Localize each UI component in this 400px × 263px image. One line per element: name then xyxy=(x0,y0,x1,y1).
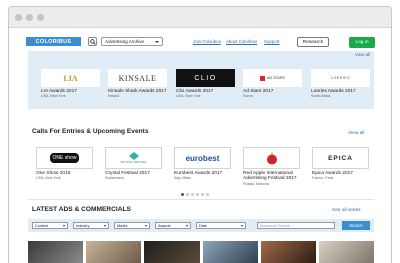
logo-text: EPICA xyxy=(328,154,353,162)
logo-text: LIA xyxy=(63,73,78,83)
window-maximize-dot[interactable] xyxy=(37,14,44,21)
filter-industry[interactable]: Industry xyxy=(73,222,109,229)
ad-thumbnail[interactable] xyxy=(86,241,142,263)
carousel-dot[interactable] xyxy=(186,193,189,196)
logo-text: LOERIES xyxy=(330,76,351,80)
ad-thumbnail[interactable] xyxy=(144,241,200,263)
featured-card[interactable]: AD STARS Ad Stars 2017 Korea xyxy=(243,69,302,98)
festival-location: Ireland xyxy=(108,94,119,99)
logo-text: ONE show xyxy=(49,153,80,163)
festival-logo: CLIO xyxy=(176,69,235,87)
search-button[interactable] xyxy=(88,37,97,46)
archive-select[interactable]: Advertising Archive xyxy=(101,37,163,46)
latest-view-all-link[interactable]: See all works xyxy=(332,208,361,213)
latest-ads-strip xyxy=(28,241,375,263)
filter-contest[interactable]: Contest xyxy=(32,222,68,229)
event-card[interactable]: eurobest Eurobest Awards 2017 Italy, Mil… xyxy=(174,147,231,180)
festival-location: USA, New York xyxy=(176,94,201,99)
ad-thumbnail[interactable] xyxy=(202,241,258,263)
filter-label: Awards xyxy=(158,223,171,228)
event-location: Switzerland xyxy=(105,176,124,181)
research-button[interactable]: Research xyxy=(297,37,329,47)
ad-stars-mark xyxy=(260,75,266,81)
featured-card[interactable]: LOERIES Loeries Awards 2017 South Africa xyxy=(311,69,370,98)
carousel-dot[interactable] xyxy=(201,193,204,196)
chevron-down-icon xyxy=(186,225,188,227)
event-logo: eurobest xyxy=(174,147,231,169)
events-section-title: Calls For Entries & Upcoming Events xyxy=(32,128,149,135)
event-title: Red Apple International Advertising Fest… xyxy=(243,171,297,182)
featured-card[interactable]: LIA LIA Awards 2017 USA, New York xyxy=(41,69,100,98)
featured-card[interactable]: CLIO Clio Awards 2017 USA, New York xyxy=(176,69,235,98)
filter-bar: Contest Industry Media Awards Date Advan… xyxy=(28,219,374,232)
section-divider xyxy=(28,199,374,200)
archive-select-value: Advertising Archive xyxy=(105,39,145,44)
latest-section-title: LATEST ADS & COMMERCIALS xyxy=(32,206,131,213)
festival-location: USA, New York xyxy=(41,94,66,99)
carousel-dot[interactable] xyxy=(206,193,209,196)
logo-text: CLIO xyxy=(194,74,217,82)
site-logo[interactable]: COLORIBUS xyxy=(26,37,81,46)
window-close-dot[interactable] xyxy=(15,14,22,21)
chevron-down-icon xyxy=(145,225,147,227)
site-header: COLORIBUS Advertising Archive Join Color… xyxy=(9,29,391,51)
search-icon xyxy=(89,38,96,45)
festival-logo: LIA xyxy=(41,69,100,87)
filter-label: Industry xyxy=(76,223,90,228)
festival-location: South Africa xyxy=(311,94,331,99)
event-card[interactable]: CRYSTAL FESTIVAL Crystal Festival 2017 S… xyxy=(105,147,162,180)
browser-window: COLORIBUS Advertising Archive Join Color… xyxy=(8,6,392,263)
login-button[interactable]: Log in xyxy=(349,37,375,48)
chevron-down-icon xyxy=(104,225,106,227)
carousel-pagination xyxy=(181,193,209,196)
logo-text: AD STARS xyxy=(267,76,285,80)
ad-thumbnail[interactable] xyxy=(260,241,316,263)
filter-awards[interactable]: Awards xyxy=(155,222,191,229)
festival-location: Korea xyxy=(243,94,253,99)
logo-text: CRYSTAL FESTIVAL xyxy=(120,160,147,164)
carousel-dot[interactable] xyxy=(196,193,199,196)
event-logo: EPICA xyxy=(312,147,369,169)
crystal-icon xyxy=(128,152,139,160)
chevron-down-icon xyxy=(241,225,243,227)
event-card[interactable]: Red Apple International Advertising Fest… xyxy=(243,147,300,186)
event-location: Russia, Moscow xyxy=(243,181,270,186)
nav-support[interactable]: Support xyxy=(264,39,279,44)
logo-text: eurobest xyxy=(185,153,220,163)
festival-logo: LOERIES xyxy=(311,69,370,87)
event-logo xyxy=(243,147,300,169)
filter-label: Date xyxy=(199,223,208,228)
logo-text: KINSALE xyxy=(118,73,157,83)
advanced-search-button[interactable]: Search xyxy=(342,221,370,230)
filter-label: Contest xyxy=(35,223,49,228)
featured-view-all-link[interactable]: View all xyxy=(355,52,370,57)
featured-festivals-panel: View all LIA LIA Awards 2017 USA, New Yo… xyxy=(28,51,374,109)
festival-logo: KINSALE xyxy=(108,69,167,87)
featured-card[interactable]: KINSALE Kinsale Shark Awards 2017 Irelan… xyxy=(108,69,167,98)
event-card[interactable]: ONE show One Show 2018 USA, New York xyxy=(36,147,93,180)
nav-about[interactable]: About Coloribus xyxy=(226,39,257,44)
event-location: USA, New York xyxy=(36,176,61,181)
window-minimize-dot[interactable] xyxy=(26,14,33,21)
ad-thumbnail[interactable] xyxy=(318,241,375,263)
chevron-down-icon xyxy=(63,225,65,227)
event-location: Italy, Milan xyxy=(174,176,191,181)
festival-logo: AD STARS xyxy=(243,69,302,87)
advanced-search-input[interactable]: Advanced Search xyxy=(257,222,335,229)
carousel-dot[interactable] xyxy=(191,193,194,196)
window-titlebar xyxy=(9,7,391,28)
filter-media[interactable]: Media xyxy=(114,222,150,229)
apple-icon xyxy=(266,152,277,164)
carousel-dot[interactable] xyxy=(181,193,184,196)
event-card[interactable]: EPICA Epica Awards 2017 France, Paris xyxy=(312,147,369,180)
event-location: France, Paris xyxy=(312,176,334,181)
event-logo: CRYSTAL FESTIVAL xyxy=(105,147,162,169)
event-logo: ONE show xyxy=(36,147,93,169)
chevron-down-icon xyxy=(155,41,159,43)
events-view-all-link[interactable]: View all xyxy=(348,131,364,136)
ad-thumbnail[interactable] xyxy=(28,241,84,263)
filter-date[interactable]: Date xyxy=(196,222,246,229)
nav-join[interactable]: Join Coloribus xyxy=(193,39,221,44)
filter-label: Media xyxy=(117,223,128,228)
